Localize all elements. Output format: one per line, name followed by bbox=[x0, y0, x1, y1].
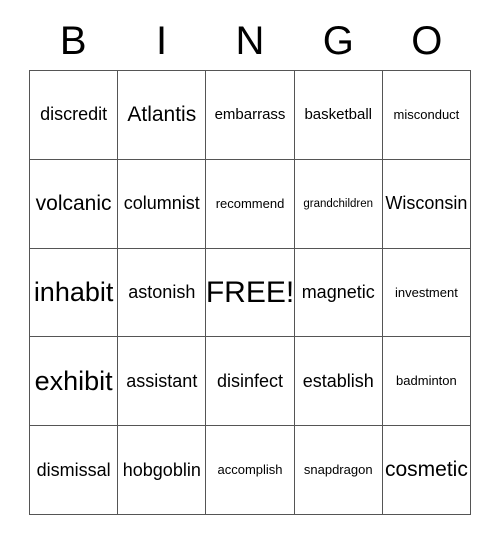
bingo-cell-label: magnetic bbox=[301, 282, 375, 303]
bingo-cell-label: embarrass bbox=[214, 106, 286, 124]
bingo-cell-label: exhibit bbox=[34, 366, 113, 397]
bingo-row: exhibit assistant disinfect establish badmin… bbox=[30, 337, 472, 427]
bingo-cell-free[interactable]: FREE! bbox=[206, 248, 295, 338]
bingo-cell-label: assistant bbox=[126, 370, 198, 391]
header-letter-o: O bbox=[411, 19, 443, 63]
bingo-cell-label: hobgoblin bbox=[122, 459, 201, 480]
bingo-grid: discredit Atlantis embarrass basketball misc… bbox=[29, 70, 472, 515]
bingo-cell[interactable]: hobgoblin bbox=[118, 426, 207, 515]
bingo-cell[interactable]: exhibit bbox=[30, 337, 119, 427]
bingo-cell-label: establish bbox=[302, 370, 374, 391]
bingo-cell-label: snapdragon bbox=[303, 462, 373, 478]
bingo-cell-label: investment bbox=[394, 284, 458, 300]
header-letter-n: N bbox=[235, 19, 265, 63]
bingo-cell-label: cosmetic bbox=[384, 458, 468, 482]
bingo-cell[interactable]: inhabit bbox=[30, 248, 119, 338]
bingo-row: volcanic columnist recommend grandchildren W… bbox=[30, 159, 472, 249]
bingo-cell[interactable]: badminton bbox=[382, 337, 472, 427]
bingo-cell[interactable]: cosmetic bbox=[382, 426, 472, 515]
bingo-cell-label: discredit bbox=[40, 104, 108, 125]
header-letter-g: G bbox=[322, 19, 354, 63]
bingo-cell-label: disinfect bbox=[216, 370, 284, 391]
bingo-cell[interactable]: columnist bbox=[118, 159, 207, 249]
bingo-cell-label: astonish bbox=[128, 282, 196, 303]
bingo-cell[interactable]: establish bbox=[294, 337, 383, 427]
bingo-cell-label: accomplish bbox=[217, 462, 283, 478]
bingo-row: inhabit astonish FREE! magnetic investment bbox=[30, 248, 472, 338]
bingo-cell-label: recommend bbox=[215, 195, 285, 211]
bingo-cell-label: columnist bbox=[123, 193, 200, 214]
bingo-row: dismissal hobgoblin accomplish snapdragon co… bbox=[30, 426, 472, 515]
bingo-cell[interactable]: snapdragon bbox=[294, 426, 383, 515]
bingo-cell[interactable]: Atlantis bbox=[118, 71, 207, 160]
bingo-cell[interactable]: investment bbox=[382, 248, 472, 338]
bingo-cell[interactable]: embarrass bbox=[206, 71, 295, 160]
bingo-cell-label: misconduct bbox=[393, 107, 460, 123]
header-letter-b: B bbox=[59, 19, 87, 63]
bingo-cell[interactable]: dismissal bbox=[30, 426, 119, 515]
bingo-cell[interactable]: grandchildren bbox=[294, 159, 383, 249]
bingo-cell[interactable]: accomplish bbox=[206, 426, 295, 515]
bingo-cell[interactable]: recommend bbox=[206, 159, 295, 249]
bingo-cell[interactable]: astonish bbox=[118, 248, 207, 338]
bingo-cell[interactable]: discredit bbox=[30, 71, 119, 160]
bingo-cell-label: dismissal bbox=[36, 459, 111, 480]
bingo-cell-label: grandchildren bbox=[303, 197, 374, 210]
bingo-cell-label: volcanic bbox=[35, 191, 112, 215]
bingo-cell[interactable]: volcanic bbox=[30, 159, 119, 249]
bingo-cell[interactable]: assistant bbox=[118, 337, 207, 427]
bingo-cell-label: basketball bbox=[304, 106, 372, 124]
bingo-cell[interactable]: disinfect bbox=[206, 337, 295, 427]
bingo-cell[interactable]: Wisconsin bbox=[382, 159, 472, 249]
header-letter-i: I bbox=[156, 19, 168, 63]
bingo-cell-label: Atlantis bbox=[127, 102, 197, 126]
bingo-row: discredit Atlantis embarrass basketball misc… bbox=[30, 71, 472, 160]
bingo-cell-label: inhabit bbox=[33, 277, 114, 308]
bingo-cell[interactable]: magnetic bbox=[294, 248, 383, 338]
bingo-header: B I N G O bbox=[29, 12, 471, 70]
bingo-cell-label: badminton bbox=[396, 373, 457, 389]
bingo-cell-label: FREE! bbox=[206, 275, 295, 309]
bingo-cell[interactable]: misconduct bbox=[382, 71, 472, 160]
bingo-cell[interactable]: basketball bbox=[294, 71, 383, 160]
bingo-card: B I N G O discredit Atlantis embarrass bask… bbox=[29, 12, 472, 515]
bingo-cell-label: Wisconsin bbox=[385, 193, 468, 214]
